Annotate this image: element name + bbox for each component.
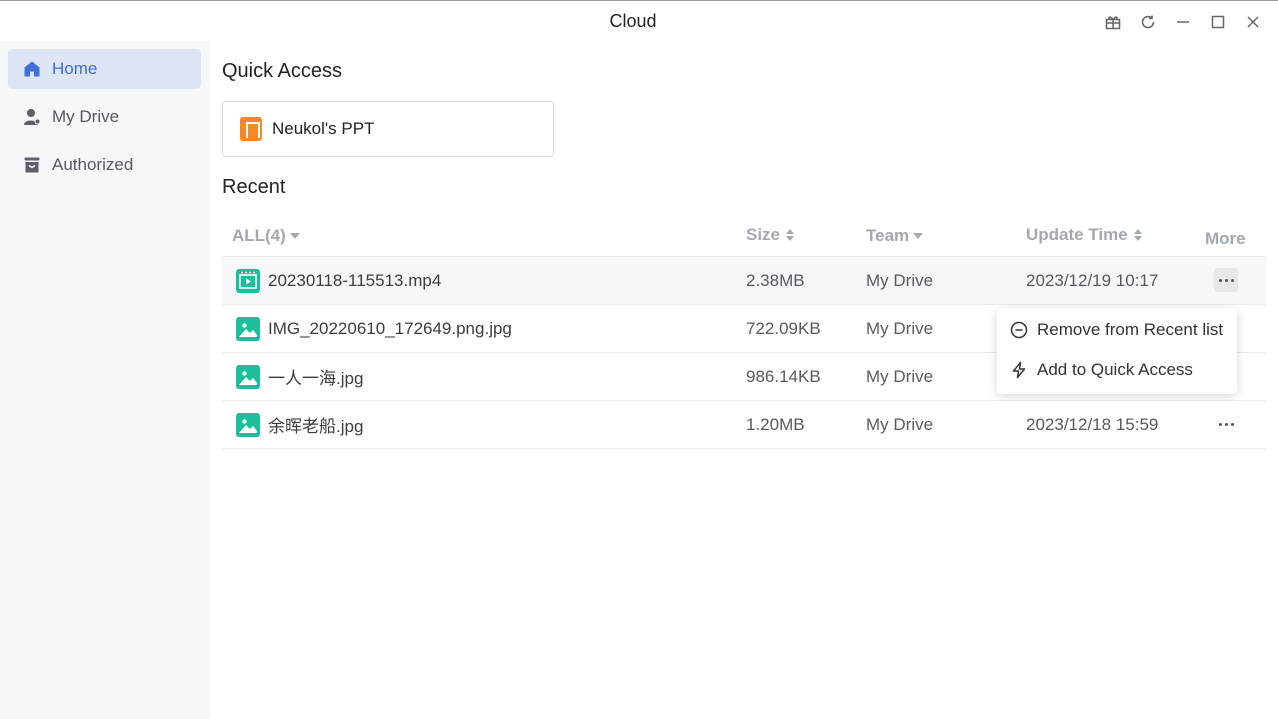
column-more-label: More <box>1205 229 1246 248</box>
column-update-time-label: Update Time <box>1026 225 1128 244</box>
filter-all-dropdown[interactable]: ALL(4) <box>232 226 300 246</box>
file-size: 986.14KB <box>746 366 821 386</box>
column-size-label: Size <box>746 225 781 244</box>
sort-icon <box>786 228 795 242</box>
file-name-cell: 一人一海.jpg <box>236 353 363 400</box>
file-name-cell: 20230118-115513.mp4 <box>236 257 441 304</box>
file-update-time: 2023/12/19 10:17 <box>1026 270 1159 290</box>
file-name-cell: IMG_20220610_172649.png.jpg <box>236 305 512 352</box>
user-icon <box>22 107 42 127</box>
caret-down-icon <box>289 233 300 239</box>
column-size-sort[interactable]: Size <box>746 225 795 245</box>
gift-icon[interactable] <box>1102 11 1124 33</box>
file-team: My Drive <box>866 414 934 434</box>
refresh-icon[interactable] <box>1137 11 1159 33</box>
quick-access-title: Quick Access <box>222 60 343 82</box>
minus-circle-icon <box>1009 320 1029 340</box>
sidebar-item-label: Authorized <box>52 155 134 174</box>
column-team-label: Team <box>866 226 910 245</box>
column-team-dropdown[interactable]: Team <box>866 226 924 246</box>
sidebar: Home My Drive Authorized <box>0 41 210 719</box>
file-size: 2.38MB <box>746 270 805 290</box>
column-update-time-sort[interactable]: Update Time <box>1026 225 1143 245</box>
window-title: Cloud <box>609 11 657 31</box>
menu-item-label: Add to Quick Access <box>1037 360 1193 379</box>
menu-item-remove-from-recent[interactable]: Remove from Recent list <box>997 310 1237 350</box>
file-name: 余晖老船.jpg <box>268 417 364 436</box>
image-file-icon <box>236 412 260 437</box>
file-team: My Drive <box>866 366 934 386</box>
menu-item-label: Remove from Recent list <box>1037 320 1224 339</box>
lightning-icon <box>1009 360 1029 380</box>
more-dots-icon <box>1218 278 1234 282</box>
menu-item-add-to-quick-access[interactable]: Add to Quick Access <box>997 350 1237 390</box>
home-icon <box>22 59 42 79</box>
sidebar-item-home[interactable]: Home <box>8 49 201 89</box>
file-name: 一人一海.jpg <box>268 369 364 388</box>
caret-down-icon <box>913 233 924 239</box>
maximize-icon[interactable] <box>1207 11 1229 33</box>
file-name-cell: 余晖老船.jpg <box>236 401 363 448</box>
archive-box-icon <box>22 155 42 175</box>
sidebar-item-my-drive[interactable]: My Drive <box>8 97 201 137</box>
title-bar: Cloud <box>0 1 1278 41</box>
ppt-file-icon <box>240 117 262 141</box>
filter-all-label: ALL(4) <box>232 226 286 245</box>
more-options-button[interactable] <box>1214 268 1238 292</box>
file-size: 1.20MB <box>746 414 805 434</box>
file-name: IMG_20220610_172649.png.jpg <box>268 318 512 338</box>
quick-access-item-label: Neukol's PPT <box>272 119 375 138</box>
minimize-icon[interactable] <box>1172 11 1194 33</box>
row-context-menu: Remove from Recent list Add to Quick Acc… <box>997 308 1237 394</box>
recent-title: Recent <box>222 176 286 198</box>
file-team: My Drive <box>866 318 934 338</box>
sidebar-item-label: My Drive <box>52 107 120 126</box>
table-row[interactable]: 余晖老船.jpg 1.20MB My Drive 2023/12/18 15:5… <box>222 401 1266 449</box>
quick-access-item[interactable]: Neukol's PPT <box>222 101 554 157</box>
sort-icon <box>1133 228 1143 242</box>
more-dots-icon <box>1218 422 1234 426</box>
image-file-icon <box>236 316 260 341</box>
recent-table-header: ALL(4) Size Team Update Time More <box>222 212 1266 257</box>
close-icon[interactable] <box>1242 11 1264 33</box>
sidebar-item-authorized[interactable]: Authorized <box>8 145 201 185</box>
table-row[interactable]: 20230118-115513.mp4 2.38MB My Drive 2023… <box>222 257 1266 305</box>
video-file-icon <box>236 268 260 293</box>
file-size: 722.09KB <box>746 318 821 338</box>
more-options-button[interactable] <box>1214 412 1238 436</box>
image-file-icon <box>236 364 260 389</box>
file-name: 20230118-115513.mp4 <box>268 270 442 290</box>
sidebar-item-label: Home <box>52 59 98 78</box>
file-team: My Drive <box>866 270 934 290</box>
file-update-time: 2023/12/18 15:59 <box>1026 414 1159 434</box>
